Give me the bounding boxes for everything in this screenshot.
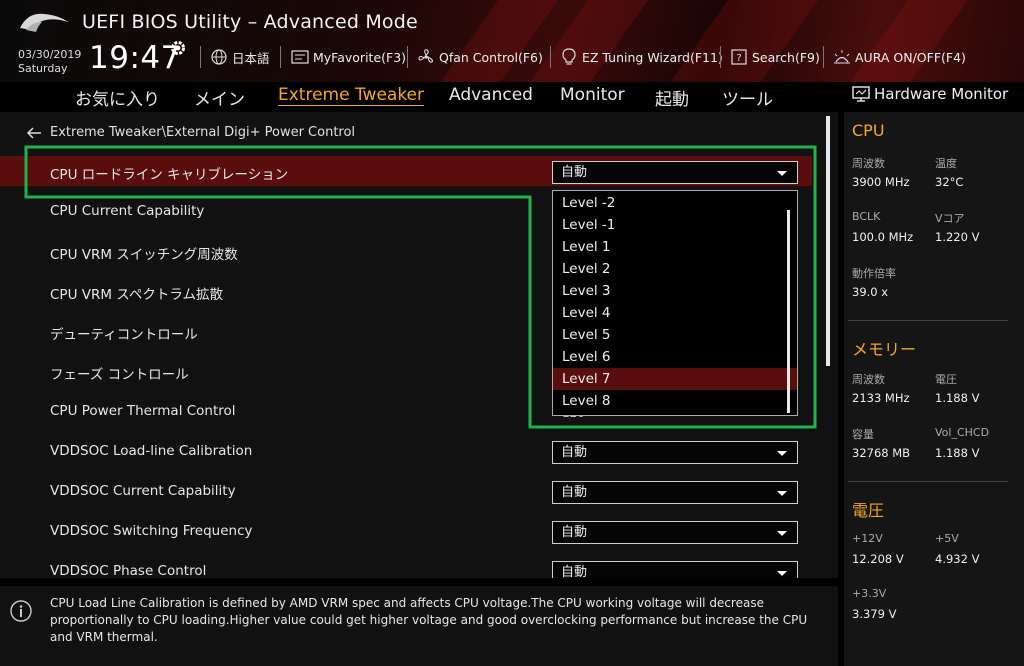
voltage-3v3-value: 3.379 V [852,607,897,621]
voltage-5v-label: +5V [935,532,959,545]
hw-divider [848,320,1008,321]
memory-section-heading: メモリー [852,340,917,359]
memory-vol-chcd-label: Vol_CHCD [935,426,990,439]
help-text: CPU Load Line Calibration is defined by … [50,596,808,644]
vddsoc-switching-freq-value: 自動 [561,525,588,540]
chevron-down-icon [777,491,787,496]
memory-capacity-value: 32768 MB [852,446,911,460]
chevron-down-icon [777,531,787,536]
setting-vddsoc-phase-control-label[interactable]: VDDSOC Phase Control [50,563,206,579]
cpu-temp-label: 温度 [935,157,957,170]
annotation-outline [24,145,817,429]
voltage-5v-value: 4.932 V [935,552,980,566]
hardware-monitor-body [844,112,1024,666]
cpu-ratio-value: 39.0 x [852,285,889,299]
header-decoration [830,0,990,82]
vddsoc-current-capability-select[interactable]: 自動 [552,481,798,504]
settings-scrollbar[interactable] [826,116,830,366]
help-separator [0,578,838,586]
voltage-12v-value: 12.208 V [852,552,904,566]
hw-divider [848,481,1008,482]
voltage-12v-label: +12V [852,532,883,545]
aura-toggle-button[interactable]: AURA ON/OFF(F4) [833,47,966,67]
setting-vddsoc-llc-label[interactable]: VDDSOC Load-line Calibration [50,443,252,459]
setting-vddsoc-switching-freq-label[interactable]: VDDSOC Switching Frequency [50,523,252,539]
vddsoc-current-capability-value: 自動 [561,485,588,500]
cpu-bclk-label: BCLK [852,210,881,223]
vddsoc-llc-select[interactable]: 自動 [552,441,798,464]
chevron-down-icon [777,451,787,456]
info-icon [10,600,32,622]
vddsoc-switching-freq-select[interactable]: 自動 [552,521,798,544]
chevron-down-icon [777,571,787,576]
voltage-3v3-label: +3.3V [852,587,887,600]
cpu-bclk-value: 100.0 MHz [852,230,914,244]
memory-volt-value: 1.188 V [935,391,980,405]
cpu-temp-value: 32°C [935,175,964,189]
monitor-icon [852,86,870,102]
memory-vol-chcd-value: 1.188 V [935,446,980,460]
cpu-freq-label: 周波数 [852,157,885,170]
setting-vddsoc-current-capability-label[interactable]: VDDSOC Current Capability [50,483,236,499]
cpu-freq-value: 3900 MHz [852,175,910,189]
cpu-vcore-label: Vコア [935,212,965,225]
vddsoc-llc-value: 自動 [561,445,588,460]
aura-label: AURA ON/OFF(F4) [855,49,966,65]
memory-freq-label: 周波数 [852,373,885,386]
hardware-monitor-title-text: Hardware Monitor [874,85,1009,103]
memory-freq-value: 2133 MHz [852,391,910,405]
memory-volt-label: 電圧 [935,373,957,386]
memory-capacity-label: 容量 [852,428,874,441]
cpu-vcore-value: 1.220 V [935,230,980,244]
hardware-monitor-title: Hardware Monitor [852,85,1008,103]
voltage-section-heading: 電圧 [852,501,885,520]
cpu-section-heading: CPU [852,121,885,140]
cpu-ratio-label: 動作倍率 [852,267,896,280]
